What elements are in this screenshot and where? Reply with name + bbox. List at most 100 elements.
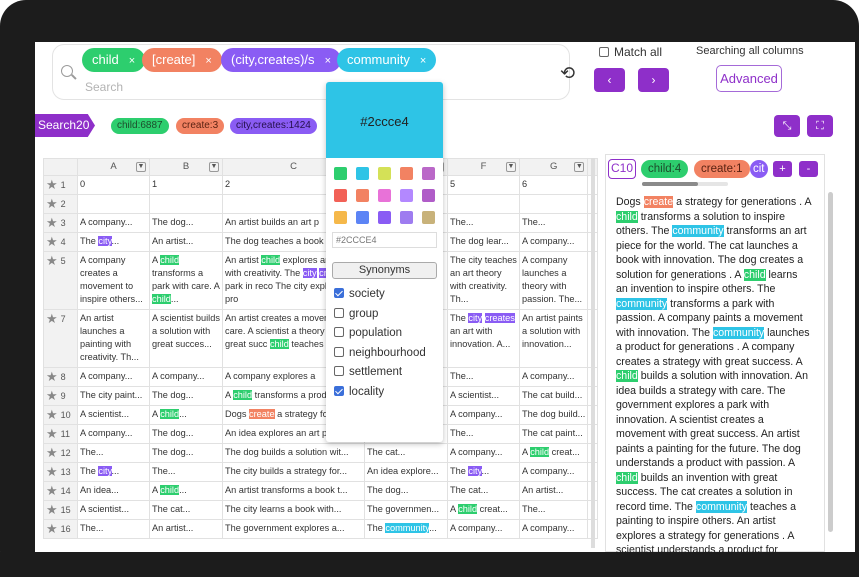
table-cell[interactable]: The city teaches an art theory with crea… bbox=[447, 251, 520, 310]
table-cell[interactable]: A child... bbox=[149, 405, 223, 425]
color-swatch[interactable] bbox=[378, 167, 391, 180]
table-cell[interactable]: A company... bbox=[149, 367, 223, 387]
table-cell[interactable]: A company... bbox=[518, 519, 589, 539]
table-cell[interactable]: A company... bbox=[518, 232, 589, 252]
table-cell[interactable]: The cat... bbox=[447, 481, 520, 501]
synonym-option[interactable]: neighbourhood bbox=[334, 346, 426, 359]
table-cell[interactable]: The cat paint... bbox=[518, 424, 589, 444]
column-header[interactable]: F ▼ bbox=[447, 158, 520, 176]
table-cell[interactable]: A company launches a theory with passion… bbox=[518, 251, 589, 310]
table-row[interactable]: ★ 4 The city... An artist... The dog teaches… bbox=[43, 232, 599, 252]
table-cell[interactable]: 1 bbox=[149, 175, 223, 195]
search-box[interactable]: child × [create] × (city,creates)/s × commu… bbox=[52, 44, 575, 100]
table-row[interactable]: ★ 5 A company creates a movement to inspir… bbox=[43, 251, 599, 310]
table-cell[interactable]: A company... bbox=[447, 519, 520, 539]
table-cell[interactable]: The city... bbox=[77, 462, 150, 482]
color-swatch[interactable] bbox=[334, 189, 347, 202]
star-icon[interactable]: ★ bbox=[46, 196, 58, 211]
result-pill-city-creates[interactable]: city,creates:1424 bbox=[230, 118, 317, 134]
close-icon[interactable]: × bbox=[420, 55, 426, 67]
close-icon[interactable]: × bbox=[205, 55, 211, 67]
star-icon[interactable]: ★ bbox=[46, 369, 58, 384]
table-cell[interactable]: The cat... bbox=[149, 500, 223, 520]
table-cell[interactable]: 6 bbox=[518, 175, 589, 195]
table-cell[interactable]: The... bbox=[447, 424, 520, 444]
table-cell[interactable]: A child transforms a park with care. A c… bbox=[149, 251, 223, 310]
result-pill-create[interactable]: create:3 bbox=[176, 118, 225, 134]
result-pill-child[interactable]: child:6887 bbox=[111, 118, 169, 134]
table-row[interactable]: ★ 11 A company... The dog... An idea explore… bbox=[43, 424, 599, 444]
synonym-option[interactable]: population bbox=[334, 327, 402, 339]
collapse-icon[interactable]: ⤡ bbox=[774, 115, 800, 137]
panel-scrollbar[interactable] bbox=[828, 192, 833, 532]
table-cell[interactable]: A company creates a movement to inspire … bbox=[77, 251, 150, 310]
table-cell[interactable]: The cat... bbox=[364, 443, 448, 463]
table-cell[interactable] bbox=[447, 194, 520, 214]
table-row[interactable]: ★ 9 The city paint... The dog... A child tra… bbox=[43, 386, 599, 406]
table-row[interactable]: ★ 10 A scientist... A child... Dogs create a… bbox=[43, 405, 599, 425]
star-icon[interactable]: ★ bbox=[46, 521, 58, 536]
table-cell[interactable]: An idea... bbox=[77, 481, 150, 501]
table-cell[interactable]: A child... bbox=[149, 481, 223, 501]
table-cell[interactable]: The... bbox=[447, 213, 520, 233]
table-cell[interactable]: A company... bbox=[447, 405, 520, 425]
row-header[interactable]: ★ 16 bbox=[43, 519, 78, 539]
checkbox-icon[interactable] bbox=[334, 346, 344, 357]
table-cell[interactable]: A scientist... bbox=[77, 500, 150, 520]
star-icon[interactable]: ★ bbox=[46, 426, 58, 441]
table-cell[interactable]: 0 bbox=[77, 175, 150, 195]
table-cell[interactable]: An artist paints a solution with innovat… bbox=[518, 309, 589, 368]
table-cell[interactable]: The city creates an art with innovation.… bbox=[447, 309, 520, 368]
star-icon[interactable]: ★ bbox=[46, 407, 58, 422]
row-header[interactable]: ★ 14 bbox=[43, 481, 78, 501]
table-cell[interactable]: A child creat... bbox=[518, 443, 589, 463]
table-cell[interactable]: An artist... bbox=[149, 232, 223, 252]
table-cell[interactable]: A company... bbox=[518, 462, 589, 482]
checkbox-icon[interactable] bbox=[334, 327, 344, 337]
star-icon[interactable]: ★ bbox=[46, 483, 58, 498]
search-chip-city-creates[interactable]: (city,creates)/s × bbox=[221, 48, 341, 72]
star-icon[interactable]: ★ bbox=[46, 311, 58, 326]
search-chip-community[interactable]: community × bbox=[337, 48, 437, 72]
star-icon[interactable]: ★ bbox=[46, 388, 58, 403]
table-cell[interactable]: The city... bbox=[77, 232, 150, 252]
table-cell[interactable]: The city paint... bbox=[77, 386, 150, 406]
table-cell[interactable]: A scientist... bbox=[447, 386, 520, 406]
color-swatch[interactable] bbox=[400, 189, 413, 202]
color-swatch[interactable] bbox=[422, 211, 435, 224]
table-cell[interactable] bbox=[149, 194, 223, 214]
table-row[interactable]: ★ 7 An artist launches a painting with cre… bbox=[43, 309, 599, 368]
color-swatch[interactable] bbox=[356, 189, 369, 202]
synonyms-button[interactable]: Synonyms bbox=[332, 262, 437, 279]
filter-icon[interactable]: ▼ bbox=[209, 162, 219, 172]
star-icon[interactable]: ★ bbox=[46, 177, 58, 192]
row-header[interactable]: ★ 1 bbox=[43, 175, 78, 195]
color-swatch[interactable] bbox=[356, 167, 369, 180]
table-row[interactable]: ★ 12 The... The dog... The dog builds a solu… bbox=[43, 443, 599, 463]
table-cell[interactable]: The community... bbox=[364, 519, 448, 539]
table-cell[interactable]: The... bbox=[77, 519, 150, 539]
table-row[interactable]: ★ 8 A company... A company... A company expl… bbox=[43, 367, 599, 387]
synonym-option[interactable]: locality bbox=[334, 385, 384, 398]
table-cell[interactable]: The... bbox=[518, 213, 589, 233]
table-cell[interactable]: An artist launches a painting with creat… bbox=[77, 309, 150, 368]
table-row[interactable]: ★ 2 bbox=[43, 194, 599, 214]
search-input[interactable]: Search bbox=[85, 80, 123, 94]
add-button[interactable]: + bbox=[773, 161, 792, 177]
synonym-option[interactable]: society bbox=[334, 288, 385, 300]
color-swatch[interactable] bbox=[356, 211, 369, 224]
column-header[interactable]: B ▼ bbox=[149, 158, 223, 176]
checkbox-icon[interactable] bbox=[334, 366, 344, 376]
filter-icon[interactable]: ▼ bbox=[574, 162, 585, 172]
color-swatch[interactable] bbox=[400, 167, 413, 180]
close-icon[interactable]: × bbox=[129, 55, 135, 67]
grid-scrollbar[interactable] bbox=[591, 158, 595, 548]
table-cell[interactable]: A company... bbox=[77, 424, 150, 444]
hex-input[interactable]: #2CCCE4 bbox=[332, 232, 437, 248]
panel-chip-create[interactable]: create:1 bbox=[694, 160, 750, 178]
remove-button[interactable]: - bbox=[799, 161, 818, 177]
color-swatch[interactable] bbox=[422, 189, 435, 202]
star-icon[interactable]: ★ bbox=[46, 445, 58, 460]
table-cell[interactable]: The dog lear... bbox=[447, 232, 520, 252]
table-cell[interactable]: A child creat... bbox=[447, 500, 520, 520]
